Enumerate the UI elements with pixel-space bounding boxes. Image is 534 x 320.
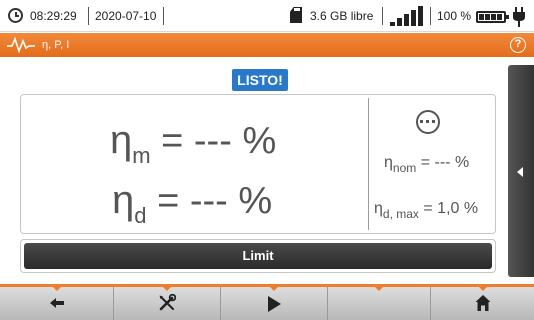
eta-d-readout: ηd = --- % [112, 178, 273, 228]
eta-nom-value: --- [434, 154, 451, 171]
back-button[interactable] [0, 287, 114, 320]
status-divider [382, 7, 383, 25]
result-pending-icon [416, 110, 440, 134]
battery-icon [476, 11, 509, 23]
panel-divider [368, 98, 369, 230]
battery-level: 100 % [437, 9, 472, 23]
eta-m-value: --- [193, 120, 232, 162]
eta-dmax-value: 1,0 [437, 200, 460, 217]
tools-icon [159, 294, 176, 311]
limit-button[interactable]: Limit [24, 243, 492, 269]
eta-dmax-readout: ηd, max = 1,0 % [374, 200, 479, 221]
status-divider [430, 7, 431, 25]
home-button[interactable] [431, 287, 534, 320]
status-badge: LISTO! [232, 69, 288, 91]
waveform-icon [7, 37, 35, 53]
clock-icon [8, 8, 23, 23]
power-plug-icon [513, 7, 525, 27]
storage-free: 3.6 GB libre [310, 9, 374, 23]
status-divider [163, 7, 164, 25]
side-panel-toggle[interactable] [508, 65, 534, 277]
signal-icon [390, 6, 424, 26]
empty-toolbar-slot[interactable] [328, 287, 431, 320]
eta-m-readout: ηm = --- % [110, 118, 277, 168]
play-icon [268, 296, 281, 312]
mode-title: η, P, I [42, 39, 70, 51]
home-icon [475, 295, 490, 311]
status-bar: 08:29:29 2020-07-10 3.6 GB libre 100 % [0, 0, 534, 32]
status-divider [88, 7, 89, 25]
help-icon[interactable]: ? [510, 37, 526, 53]
settings-button[interactable] [114, 287, 221, 320]
sd-card-icon [290, 7, 302, 23]
back-icon [49, 298, 64, 308]
mode-header: η, P, I ? [0, 33, 534, 57]
eta-nom-readout: ηnom = --- % [384, 154, 470, 175]
start-button[interactable] [221, 287, 328, 320]
status-date: 2020-07-10 [95, 9, 157, 23]
bottom-toolbar [0, 284, 534, 320]
status-time: 08:29:29 [30, 9, 77, 23]
eta-d-value: --- [189, 180, 228, 222]
